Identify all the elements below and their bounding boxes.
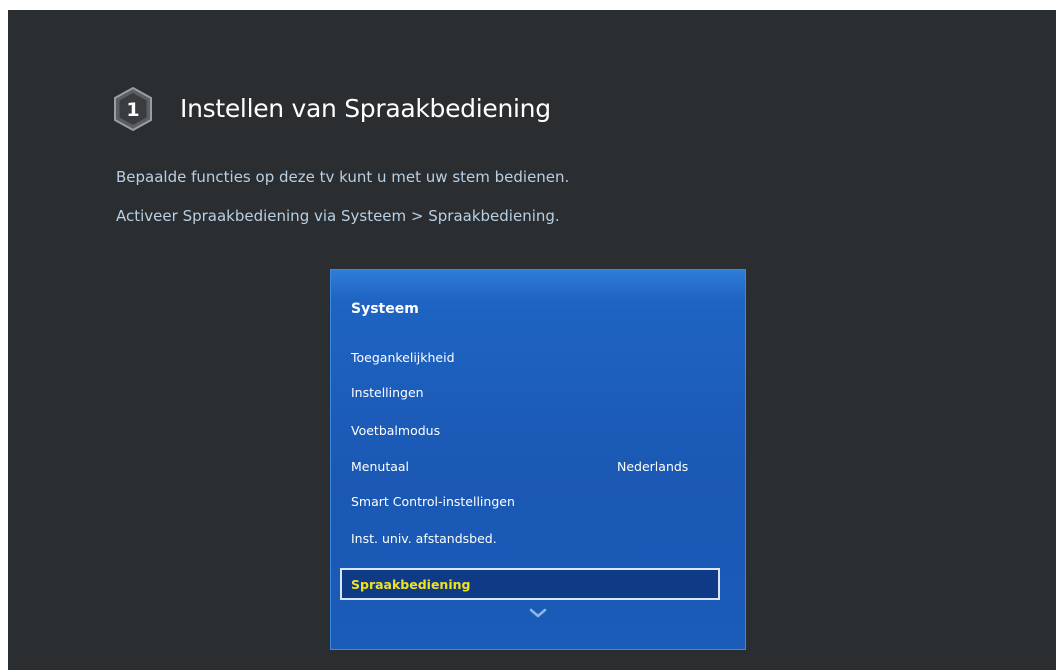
menu-item-label: Instellingen (351, 385, 424, 400)
menu-item-menutaal[interactable]: Menutaal Nederlands (351, 456, 723, 478)
step-number-badge: 1 (112, 86, 154, 132)
menu-title: Systeem (351, 301, 419, 317)
menu-item-label: Spraakbediening (351, 577, 471, 592)
tv-screen: 1 Instellen van Spraakbediening Bepaalde… (8, 10, 1056, 670)
menu-item-label: Inst. univ. afstandsbed. (351, 531, 497, 546)
hexagon-icon: 1 (114, 86, 152, 132)
description-line-2: Activeer Spraakbediening via Systeem > S… (116, 207, 560, 225)
description-line-1: Bepaalde functies op deze tv kunt u met … (116, 168, 570, 186)
menu-item-univ-afstandsbed[interactable]: Inst. univ. afstandsbed. (351, 528, 723, 550)
menu-item-voetbalmodus[interactable]: Voetbalmodus (351, 420, 723, 442)
menu-item-toegankelijkheid[interactable]: Toegankelijkheid (351, 347, 723, 369)
menu-item-label: Menutaal (351, 459, 410, 474)
menu-item-smart-control[interactable]: Smart Control-instellingen (351, 491, 723, 513)
step-title: Instellen van Spraakbediening (180, 94, 551, 123)
menu-item-value: Nederlands (617, 459, 689, 474)
menu-item-instellingen[interactable]: Instellingen (351, 382, 723, 404)
menu-item-label: Smart Control-instellingen (351, 494, 515, 509)
step-number: 1 (126, 99, 139, 121)
menu-item-label: Toegankelijkheid (351, 350, 455, 365)
menu-item-spraakbediening[interactable]: Spraakbediening (340, 568, 720, 600)
system-menu-panel: Systeem Toegankelijkheid Instellingen Vo… (330, 269, 746, 650)
menu-item-label: Voetbalmodus (351, 423, 441, 438)
chevron-down-icon[interactable] (529, 607, 547, 619)
